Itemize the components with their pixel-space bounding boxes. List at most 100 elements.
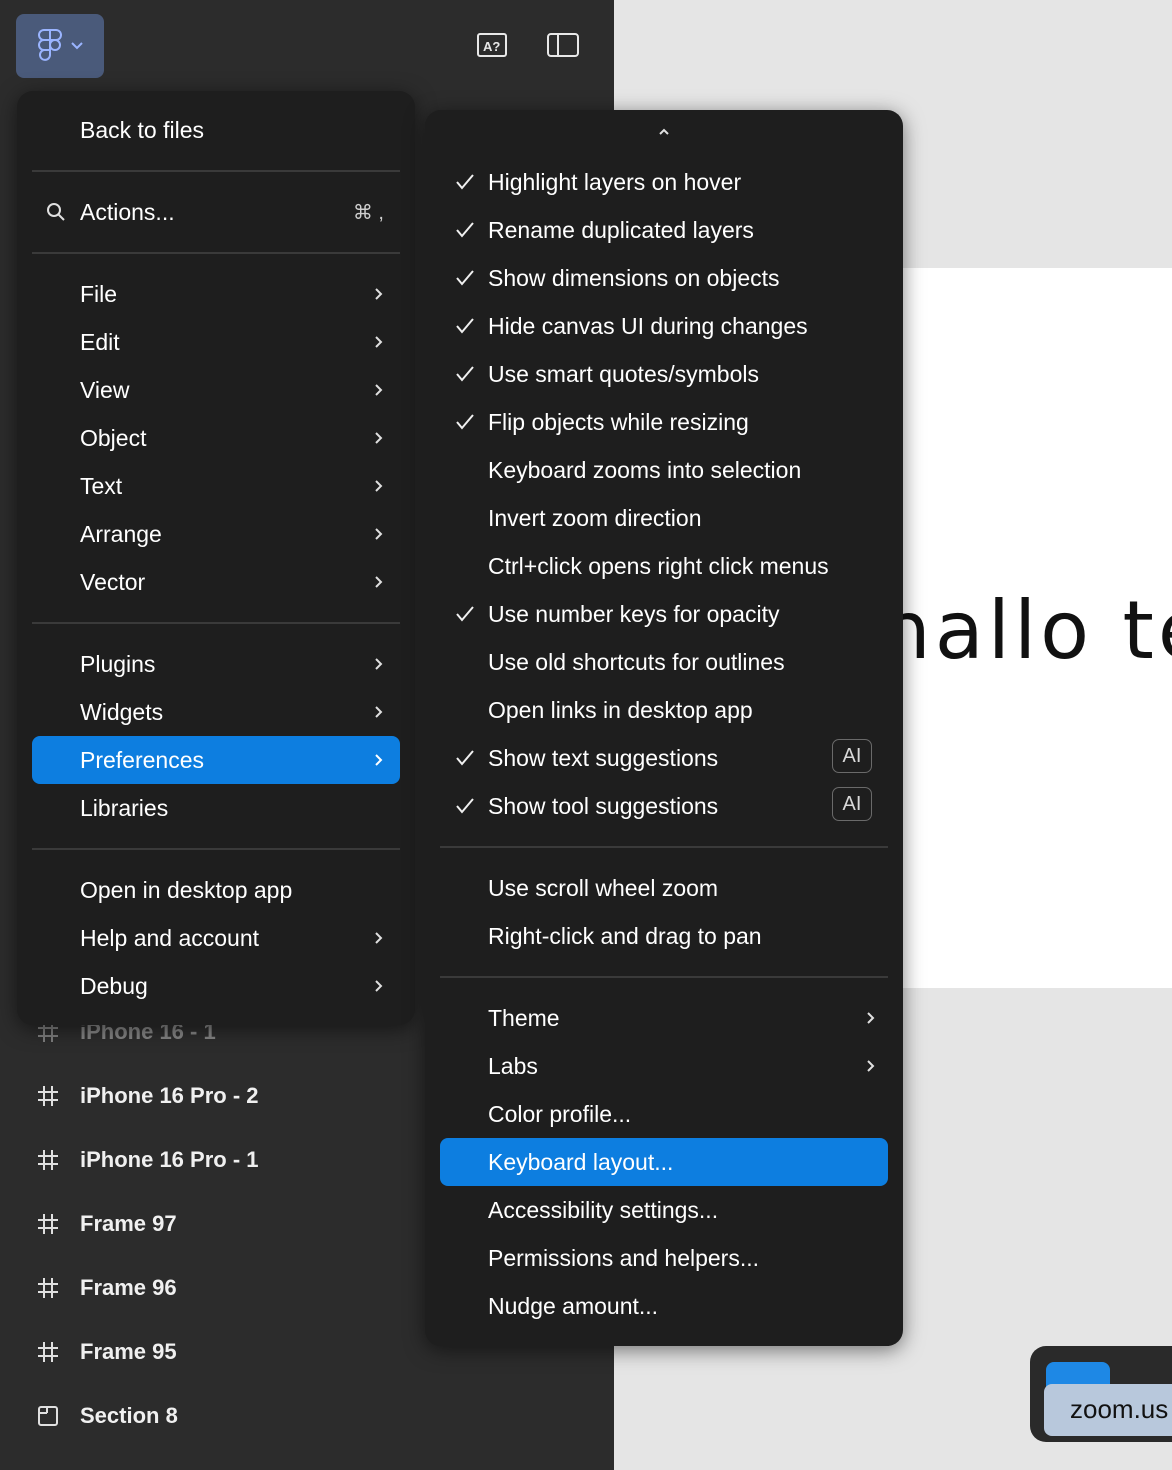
- pref-keyboard-layout[interactable]: Keyboard layout...: [440, 1138, 888, 1186]
- scroll-up-icon[interactable]: [654, 124, 674, 140]
- layer-row[interactable]: Section 8: [0, 1384, 614, 1448]
- pref-toggle-item[interactable]: Rename duplicated layers: [440, 206, 888, 254]
- frame-icon: [36, 1340, 60, 1364]
- menu-item-file[interactable]: File: [32, 270, 400, 318]
- menu-item-debug[interactable]: Debug: [32, 962, 400, 1010]
- menu-item-label: Arrange: [80, 520, 162, 547]
- section-icon: [36, 1404, 60, 1428]
- chevron-right-icon: [375, 658, 383, 670]
- frame-icon: [36, 1276, 60, 1300]
- menu-item-label: Use number keys for opacity: [488, 601, 780, 627]
- pref-toggle-item[interactable]: Show text suggestions AI: [440, 734, 888, 782]
- layer-name: Frame 97: [80, 1211, 177, 1236]
- pref-theme[interactable]: Theme: [440, 994, 888, 1042]
- pref-accessibility[interactable]: Accessibility settings...: [440, 1186, 888, 1234]
- chevron-right-icon: [375, 754, 383, 766]
- frame-text: hallo te: [880, 584, 1172, 677]
- layer-name: Section 8: [80, 1403, 178, 1428]
- menu-item-libraries[interactable]: Libraries: [32, 784, 400, 832]
- menu-item-label: Actions...: [80, 198, 175, 225]
- pref-toggle-item[interactable]: Invert zoom direction: [440, 494, 888, 542]
- menu-divider: [32, 622, 400, 624]
- pref-toggle-item[interactable]: Flip objects while resizing: [440, 398, 888, 446]
- menu-item-label: Highlight layers on hover: [488, 169, 742, 195]
- menu-item-label: Keyboard layout...: [488, 1149, 674, 1175]
- menu-item-label: Back to files: [80, 116, 204, 143]
- main-menu: Back to files Actions... ⌘ , File Edit V…: [17, 91, 415, 1025]
- menu-item-label: Keyboard zooms into selection: [488, 457, 802, 483]
- chevron-right-icon: [375, 932, 383, 944]
- menu-item-object[interactable]: Object: [32, 414, 400, 462]
- back-to-files-item[interactable]: Back to files: [32, 106, 400, 154]
- menu-item-open-desktop[interactable]: Open in desktop app: [32, 866, 400, 914]
- menu-item-label: Flip objects while resizing: [488, 409, 749, 435]
- menu-item-preferences[interactable]: Preferences: [32, 736, 400, 784]
- pref-toggle-item[interactable]: Open links in desktop app: [440, 686, 888, 734]
- actions-item[interactable]: Actions... ⌘ ,: [32, 188, 400, 236]
- menu-item-label: Hide canvas UI during changes: [488, 313, 808, 339]
- checkmark-icon: [456, 606, 474, 622]
- layer-name: Frame 95: [80, 1339, 177, 1364]
- pref-toggle-item[interactable]: Ctrl+click opens right click menus: [440, 542, 888, 590]
- pref-toggle-item[interactable]: Show tool suggestions AI: [440, 782, 888, 830]
- menu-item-label: Open in desktop app: [80, 876, 293, 903]
- menu-item-label: Object: [80, 424, 147, 451]
- menu-item-vector[interactable]: Vector: [32, 558, 400, 606]
- menu-item-edit[interactable]: Edit: [32, 318, 400, 366]
- missing-fonts-icon[interactable]: A?: [476, 30, 508, 60]
- pref-toggle-item[interactable]: Use number keys for opacity: [440, 590, 888, 638]
- pref-toggle-item[interactable]: Show dimensions on objects: [440, 254, 888, 302]
- checkmark-icon: [456, 270, 474, 286]
- chevron-right-icon: [867, 1012, 875, 1024]
- figma-logo-icon: [38, 29, 62, 61]
- menu-item-label: Debug: [80, 972, 148, 999]
- pref-toggle-item[interactable]: Use smart quotes/symbols: [440, 350, 888, 398]
- menu-divider: [32, 252, 400, 254]
- menu-item-label: Use old shortcuts for outlines: [488, 649, 785, 675]
- chevron-right-icon: [375, 480, 383, 492]
- main-menu-button[interactable]: [16, 14, 104, 78]
- pref-permissions[interactable]: Permissions and helpers...: [440, 1234, 888, 1282]
- chevron-right-icon: [375, 576, 383, 588]
- menu-item-label: Use scroll wheel zoom: [488, 875, 719, 901]
- pref-toggle-item[interactable]: Use old shortcuts for outlines: [440, 638, 888, 686]
- sidebar-toggle-icon[interactable]: [546, 30, 580, 60]
- zoom-tooltip: zoom.us: [1044, 1384, 1172, 1436]
- menu-item-label: Use smart quotes/symbols: [488, 361, 759, 387]
- pref-nudge-amount[interactable]: Nudge amount...: [440, 1282, 888, 1330]
- menu-item-label: Show tool suggestions: [488, 793, 719, 819]
- menu-item-arrange[interactable]: Arrange: [32, 510, 400, 558]
- chevron-right-icon: [375, 336, 383, 348]
- pref-toggle-item[interactable]: Highlight layers on hover: [440, 158, 888, 206]
- chevron-right-icon: [375, 384, 383, 396]
- pref-scroll-wheel-zoom[interactable]: Use scroll wheel zoom: [440, 864, 888, 912]
- menu-item-label: View: [80, 376, 130, 403]
- menu-item-label: Theme: [488, 1005, 560, 1031]
- menu-item-label: Right-click and drag to pan: [488, 923, 762, 949]
- pref-color-profile[interactable]: Color profile...: [440, 1090, 888, 1138]
- menu-item-label: Show dimensions on objects: [488, 265, 780, 291]
- svg-text:A?: A?: [483, 39, 500, 54]
- menu-item-plugins[interactable]: Plugins: [32, 640, 400, 688]
- pref-labs[interactable]: Labs: [440, 1042, 888, 1090]
- menu-item-label: Nudge amount...: [488, 1293, 659, 1319]
- pref-toggle-item[interactable]: Hide canvas UI during changes: [440, 302, 888, 350]
- menu-item-label: Widgets: [80, 698, 164, 725]
- chevron-right-icon: [375, 288, 383, 300]
- pref-toggle-item[interactable]: Keyboard zooms into selection: [440, 446, 888, 494]
- layer-name: iPhone 16 Pro - 2: [80, 1083, 259, 1108]
- menu-item-label: Permissions and helpers...: [488, 1245, 760, 1271]
- chevron-right-icon: [375, 980, 383, 992]
- menu-item-help[interactable]: Help and account: [32, 914, 400, 962]
- pref-right-click-pan[interactable]: Right-click and drag to pan: [440, 912, 888, 960]
- menu-item-label: Rename duplicated layers: [488, 217, 754, 243]
- menu-item-widgets[interactable]: Widgets: [32, 688, 400, 736]
- menu-item-label: Color profile...: [488, 1101, 632, 1127]
- menu-item-text[interactable]: Text: [32, 462, 400, 510]
- menu-item-label: Libraries: [80, 794, 169, 821]
- shortcut-hint: ⌘ ,: [352, 201, 384, 224]
- menu-item-label: Show text suggestions: [488, 745, 719, 771]
- menu-divider: [440, 976, 888, 978]
- checkmark-icon: [456, 222, 474, 238]
- menu-item-view[interactable]: View: [32, 366, 400, 414]
